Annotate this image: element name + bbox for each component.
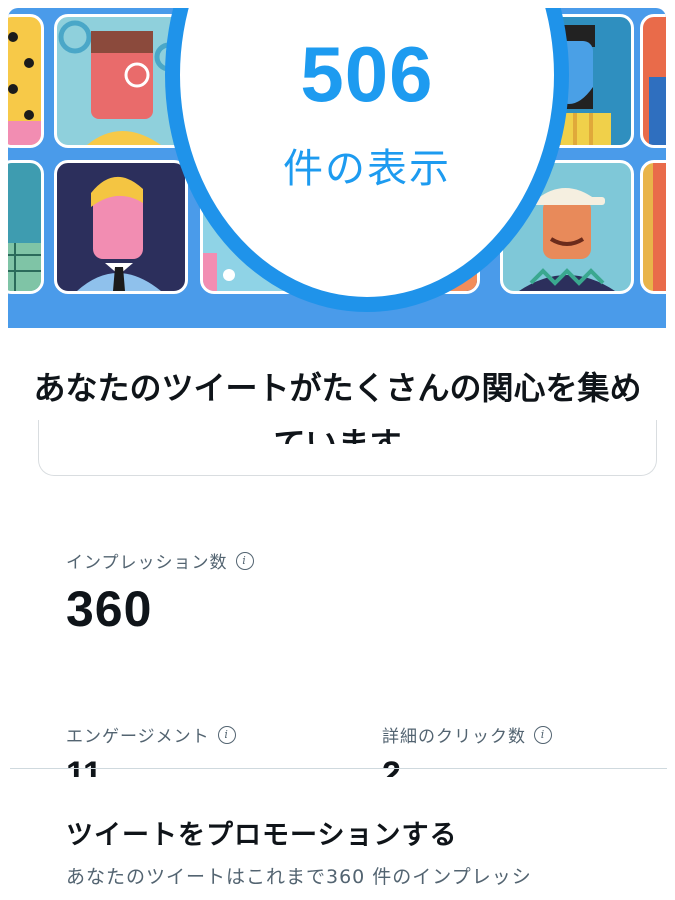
impressions-label-text: インプレッション数 [66,553,228,573]
avatar-illustration [640,14,666,148]
impressions-stat-label: インプレッション数 i [66,548,254,573]
person-graphic [77,176,161,291]
pattern-graphic [8,243,41,291]
detail-clicks-value-clip: 2 [382,757,502,777]
info-icon[interactable]: i [235,551,254,570]
info-icon[interactable]: i [534,725,552,744]
engagements-stat-label: エンゲージメント i [66,722,236,747]
engagements-label-text: エンゲージメント [66,727,210,747]
impressions-value: 360 [66,581,153,637]
engagements-value-clip: 11 [66,757,186,777]
avatar-illustration [54,160,188,294]
pattern-graphic [8,32,41,145]
divider [10,768,667,769]
engagements-value: 11 [66,757,102,777]
detail-clicks-value: 2 [382,757,401,777]
pattern-graphic [649,77,666,145]
promote-tweet-title[interactable]: ツイートをプロモーションする [66,813,457,852]
avatar-illustration [8,14,44,148]
hero-banner: 506 件の表示 [8,8,666,328]
detail-clicks-stat-label: 詳細のクリック数 i [382,722,552,747]
avatar-illustration [640,160,666,294]
pattern-graphic [653,163,666,291]
card-border [38,420,657,476]
info-icon[interactable]: i [217,725,236,744]
detail-clicks-label-text: 詳細のクリック数 [382,727,526,747]
impression-count: 506 [300,30,434,118]
promote-tweet-description: あなたのツイートはこれまで360 件のインプレッシ [66,866,532,888]
impression-count-label: 件の表示 [283,146,451,192]
avatar-illustration [8,160,44,294]
